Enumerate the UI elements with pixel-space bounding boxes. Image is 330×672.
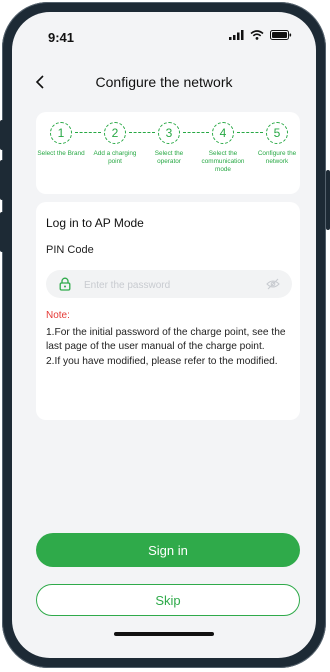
step-label: Select the communication mode bbox=[201, 150, 245, 173]
step-circle: 3 bbox=[158, 122, 180, 144]
step-4: 4 Select the communication mode bbox=[197, 122, 249, 174]
power-button bbox=[326, 170, 330, 230]
step-label: Add a charging point bbox=[93, 150, 137, 165]
volume-up-button bbox=[0, 120, 4, 150]
page-title: Configure the network bbox=[95, 74, 233, 90]
status-time: 9:41 bbox=[48, 30, 75, 45]
step-circle: 5 bbox=[266, 122, 288, 144]
stepper: 1 Select the Brand 2 Add a charging poin… bbox=[36, 112, 300, 194]
app-screen: 9:41 Configure the network 1 Select the … bbox=[12, 12, 316, 658]
status-icons bbox=[229, 30, 292, 40]
step-circle: 4 bbox=[212, 122, 234, 144]
volume-down-button-2 bbox=[0, 212, 4, 252]
battery-icon bbox=[270, 30, 292, 40]
wifi-icon bbox=[250, 30, 264, 40]
sign-in-button[interactable]: Sign in bbox=[36, 533, 300, 567]
step-circle: 1 bbox=[50, 122, 72, 144]
status-bar: 9:41 bbox=[12, 12, 316, 52]
step-label: Select the Brand bbox=[37, 150, 85, 157]
volume-down-button bbox=[0, 160, 4, 200]
note-line-1: 1.For the initial password of the charge… bbox=[46, 327, 286, 353]
signal-icon bbox=[229, 30, 244, 40]
eye-off-icon[interactable] bbox=[266, 278, 280, 290]
login-card: Log in to AP Mode PIN Code Note: 1.For t… bbox=[36, 202, 300, 420]
password-field[interactable] bbox=[46, 270, 292, 298]
pin-code-label: PIN Code bbox=[46, 244, 94, 256]
skip-button[interactable]: Skip bbox=[36, 584, 300, 616]
password-input[interactable] bbox=[82, 274, 266, 296]
note-text: 1.For the initial password of the charge… bbox=[46, 326, 294, 369]
step-3: 3 Select the operator bbox=[143, 122, 195, 166]
step-label: Select the operator bbox=[154, 150, 184, 165]
lock-icon bbox=[59, 277, 71, 291]
note-title: Note: bbox=[46, 310, 70, 321]
step-2: 2 Add a charging point bbox=[89, 122, 141, 166]
step-label: Configure the network bbox=[257, 150, 297, 165]
note-line-2: 2.If you have modified, please refer to … bbox=[46, 355, 278, 367]
nav-bar: Configure the network bbox=[12, 64, 316, 98]
home-indicator bbox=[114, 632, 214, 636]
step-5: 5 Configure the network bbox=[251, 122, 303, 166]
step-circle: 2 bbox=[104, 122, 126, 144]
form-title: Log in to AP Mode bbox=[46, 216, 144, 230]
step-1: 1 Select the Brand bbox=[35, 122, 87, 158]
